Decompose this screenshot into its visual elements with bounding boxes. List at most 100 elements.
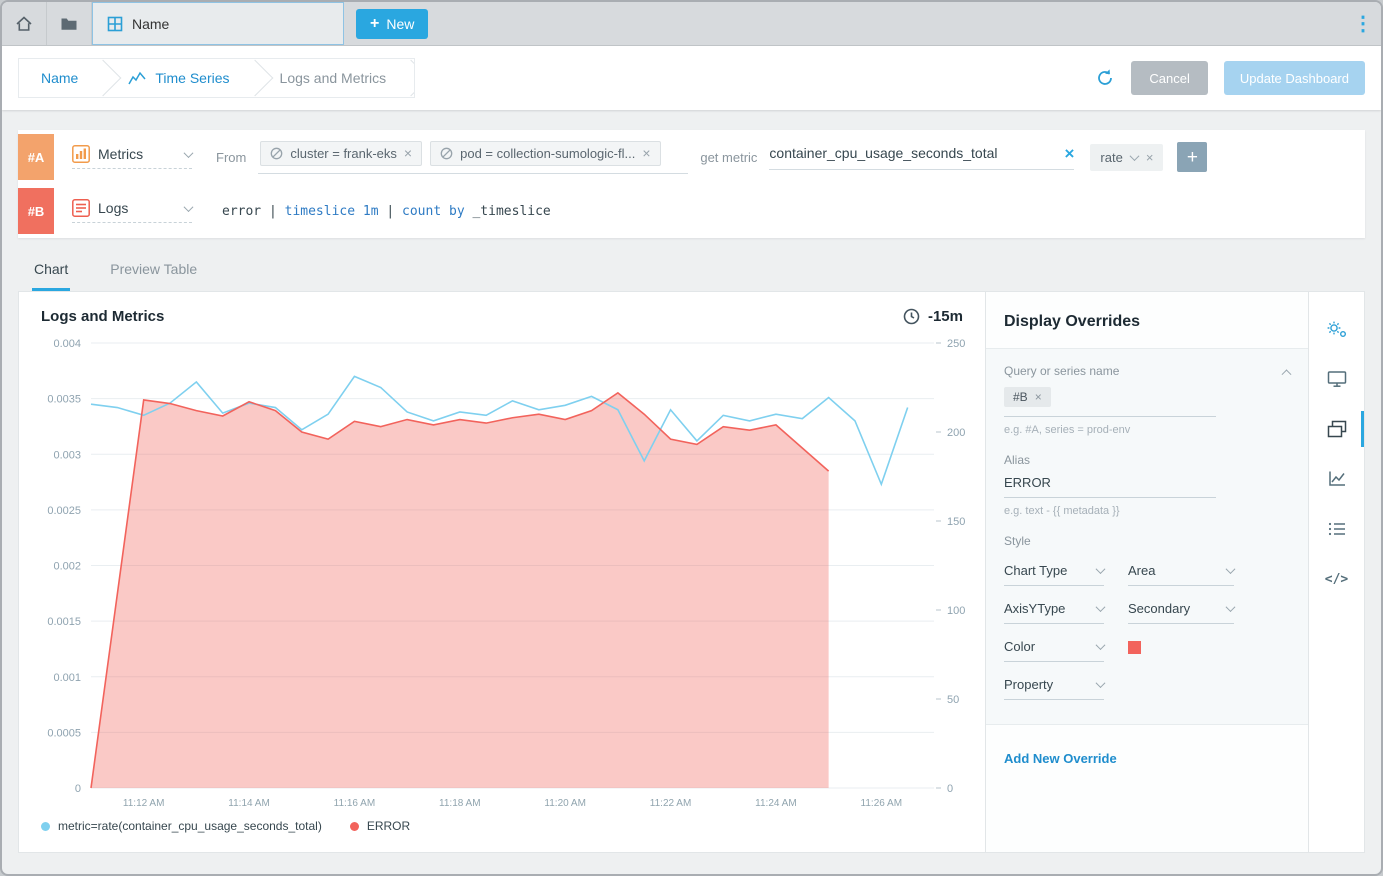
filter-chip[interactable]: pod = collection-sumologic-fl... × — [430, 141, 660, 166]
query-row-a: #A Metrics From cluster = frank-eks × po… — [18, 130, 1365, 184]
legend-dot-error — [350, 822, 359, 831]
color-label: Color — [1004, 639, 1035, 654]
chart-type-select[interactable]: Chart Type — [1004, 563, 1104, 586]
svg-text:0.003: 0.003 — [53, 449, 81, 461]
settings-button[interactable] — [1309, 304, 1364, 354]
refresh-icon[interactable] — [1095, 68, 1115, 88]
add-operator-button[interactable]: + — [1177, 142, 1207, 172]
new-tab-button[interactable]: + New — [356, 9, 428, 39]
breadcrumb-separator — [236, 60, 273, 97]
legend-label-metric: metric=rate(container_cpu_usage_seconds_… — [58, 819, 322, 833]
remove-series-icon[interactable]: × — [1035, 391, 1042, 403]
property-select[interactable]: Property — [1004, 677, 1104, 700]
dashboard-grid-icon — [107, 16, 123, 32]
breadcrumb-panel[interactable]: Time Series — [106, 70, 251, 86]
remove-filter-icon[interactable]: × — [404, 146, 412, 160]
code-icon: </> — [1325, 572, 1348, 587]
library-button[interactable] — [47, 2, 92, 45]
query-row-b: #B Logs error | timeslice 1m | count by … — [18, 184, 1365, 238]
chevron-down-icon — [184, 148, 194, 158]
home-button[interactable] — [2, 2, 47, 45]
add-new-override-link[interactable]: Add New Override — [986, 725, 1135, 792]
alias-hint: e.g. text - {{ metadata }} — [1004, 505, 1290, 517]
query-series-hint: e.g. #A, series = prod-env — [1004, 424, 1290, 436]
query-token: | — [386, 204, 402, 219]
exclude-icon — [270, 147, 283, 160]
query-token: | — [269, 204, 285, 219]
metric-name-input[interactable]: container_cpu_usage_seconds_total × — [769, 145, 1074, 170]
svg-text:0.0015: 0.0015 — [47, 616, 81, 628]
legend-item-error[interactable]: ERROR — [350, 819, 410, 833]
color-select[interactable]: Color — [1004, 639, 1104, 662]
metric-filters-input[interactable]: cluster = frank-eks × pod = collection-s… — [258, 141, 688, 174]
logs-icon — [72, 199, 90, 217]
cancel-button[interactable]: Cancel — [1131, 61, 1207, 95]
chart-type-value: Area — [1128, 563, 1155, 578]
home-icon — [15, 15, 33, 33]
update-dashboard-button[interactable]: Update Dashboard — [1224, 61, 1365, 95]
display-overrides-panel: Display Overrides Query or series name #… — [985, 292, 1308, 852]
svg-text:0.001: 0.001 — [53, 672, 81, 684]
time-range-label: -15m — [928, 308, 963, 325]
svg-text:0.004: 0.004 — [53, 338, 81, 350]
svg-text:50: 50 — [947, 694, 959, 706]
chevron-down-icon — [184, 202, 194, 212]
legend-item-metric[interactable]: metric=rate(container_cpu_usage_seconds_… — [41, 819, 322, 833]
alias-label: Alias — [1004, 453, 1290, 467]
svg-text:0.0025: 0.0025 — [47, 505, 81, 517]
breadcrumb: Name Time Series Logs and Metrics — [18, 58, 415, 98]
legend-settings-button[interactable] — [1309, 504, 1364, 554]
query-type-select-b[interactable]: Logs — [72, 199, 192, 223]
svg-text:0.0005: 0.0005 — [47, 727, 81, 739]
metric-name-value: container_cpu_usage_seconds_total — [769, 145, 997, 161]
operator-label: rate — [1100, 150, 1122, 165]
folder-icon — [60, 16, 78, 32]
collapse-chevron-icon[interactable] — [1282, 369, 1292, 379]
remove-filter-icon[interactable]: × — [642, 146, 650, 160]
operator-chip-rate[interactable]: rate × — [1090, 144, 1163, 171]
svg-text:250: 250 — [947, 338, 965, 350]
view-tabs: Chart Preview Table — [18, 252, 1365, 291]
query-badge-a: #A — [18, 134, 54, 180]
svg-text:11:20 AM: 11:20 AM — [544, 798, 586, 809]
breadcrumb-panel-label: Time Series — [155, 70, 229, 86]
logs-query-input[interactable]: error | timeslice 1m | count by _timesli… — [222, 204, 551, 219]
legend-label-error: ERROR — [367, 819, 410, 833]
svg-text:11:24 AM: 11:24 AM — [755, 798, 797, 809]
color-swatch[interactable] — [1128, 641, 1141, 654]
query-badge-b: #B — [18, 188, 54, 234]
chart-header: Logs and Metrics -15m — [19, 304, 985, 333]
dashboard-tab[interactable]: Name — [92, 2, 344, 45]
filter-chip[interactable]: cluster = frank-eks × — [260, 141, 422, 166]
dashboard-tab-label: Name — [132, 16, 169, 32]
timeseries-icon — [128, 71, 146, 85]
gears-icon — [1326, 320, 1348, 339]
axis-y-type-value-select[interactable]: Secondary — [1128, 601, 1234, 624]
svg-text:11:22 AM: 11:22 AM — [650, 798, 692, 809]
breadcrumb-separator — [393, 60, 415, 97]
query-token: error — [222, 204, 269, 219]
display-button[interactable] — [1309, 354, 1364, 404]
overflow-menu-icon[interactable]: ⋮ — [1345, 2, 1381, 45]
query-series-label: Query or series name — [1004, 364, 1119, 378]
remove-operator-icon[interactable]: × — [1146, 151, 1154, 164]
query-series-chip[interactable]: #B × — [1004, 387, 1051, 407]
time-range[interactable]: -15m — [903, 308, 963, 325]
header-actions: Cancel Update Dashboard — [1095, 61, 1365, 95]
query-panel: #A Metrics From cluster = frank-eks × po… — [18, 130, 1365, 238]
svg-text:0: 0 — [947, 783, 953, 795]
json-editor-button[interactable]: </> — [1309, 554, 1364, 604]
overrides-panels-icon — [1327, 420, 1347, 438]
tab-preview-table[interactable]: Preview Table — [108, 252, 199, 291]
display-overrides-button[interactable] — [1309, 404, 1364, 454]
query-type-select-a[interactable]: Metrics — [72, 145, 192, 169]
axes-settings-button[interactable] — [1309, 454, 1364, 504]
svg-text:11:14 AM: 11:14 AM — [228, 798, 270, 809]
alias-input[interactable]: ERROR — [1004, 467, 1216, 498]
query-series-input[interactable]: #B × — [1004, 378, 1216, 417]
tab-chart[interactable]: Chart — [32, 252, 70, 291]
clear-metric-icon[interactable]: × — [1064, 145, 1074, 162]
chart-type-value-select[interactable]: Area — [1128, 563, 1234, 586]
new-tab-label: New — [386, 16, 414, 32]
axis-y-type-select[interactable]: AxisYType — [1004, 601, 1104, 624]
